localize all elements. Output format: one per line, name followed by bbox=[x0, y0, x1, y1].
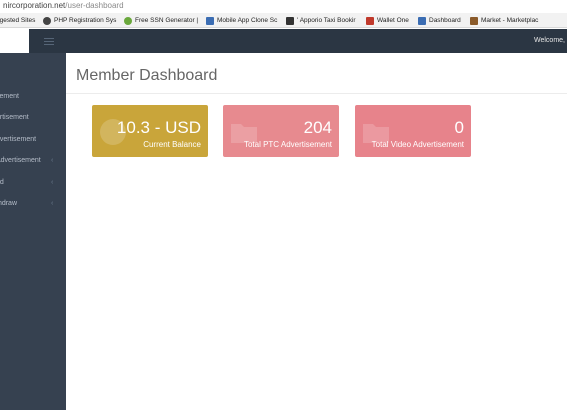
sidebar-item-advertisement[interactable]: sement bbox=[0, 90, 66, 104]
sidebar-item-label: nd bbox=[0, 179, 4, 186]
chevron-left-icon: ‹ bbox=[51, 179, 54, 186]
bookmark-apporio-taxi[interactable]: ' Apporio Taxi Bookir bbox=[286, 13, 356, 27]
bookmark-market[interactable]: Market - Marketplac bbox=[470, 13, 539, 27]
sidebar-item-advertisement-2[interactable]: ertisement bbox=[0, 111, 66, 125]
w-icon bbox=[366, 16, 374, 25]
bookmark-dashboard[interactable]: Dashboard bbox=[418, 13, 461, 27]
stat-label: Current Balance bbox=[143, 140, 201, 149]
sidebar-item-label: Advertisement bbox=[0, 157, 41, 164]
sidebar-item-withdraw[interactable]: thdraw ‹ bbox=[0, 197, 66, 211]
chevron-left-icon: ‹ bbox=[51, 200, 54, 207]
sidebar-item-label: dvertisement bbox=[0, 136, 37, 143]
sidebar-item-label: ertisement bbox=[0, 114, 29, 121]
bookmark-free-ssn[interactable]: Free SSN Generator | bbox=[124, 13, 199, 27]
bookmark-suggested-sites[interactable]: ggested Sites bbox=[0, 13, 36, 27]
bookmark-label: Dashboard bbox=[429, 17, 461, 24]
php-icon bbox=[43, 16, 51, 25]
bookmark-label: ' Apporio Taxi Bookir bbox=[297, 17, 356, 24]
bookmark-label: PHP Registration Sys bbox=[54, 17, 117, 24]
stat-value: 204 bbox=[303, 118, 332, 137]
stat-card-ptc-advertisement[interactable]: 204 Total PTC Advertisement bbox=[223, 105, 339, 157]
sidebar-item-fund[interactable]: nd ‹ bbox=[0, 176, 66, 190]
logo[interactable] bbox=[0, 29, 29, 53]
top-navbar: Welcome, bbox=[0, 29, 567, 53]
menu-toggle-icon[interactable] bbox=[44, 38, 54, 45]
book-icon bbox=[470, 16, 478, 25]
doc-icon bbox=[286, 16, 294, 25]
welcome-text[interactable]: Welcome, bbox=[534, 29, 565, 53]
stat-card-video-advertisement[interactable]: 0 Total Video Advertisement bbox=[355, 105, 471, 157]
bookmark-label: Market - Marketplac bbox=[481, 17, 539, 24]
bookmark-mobile-app-clone[interactable]: Mobile App Clone Sc bbox=[206, 13, 278, 27]
bookmark-label: ggested Sites bbox=[0, 17, 36, 24]
address-bar[interactable]: nircorporation.net/user-dashboard bbox=[0, 0, 567, 13]
page-icon bbox=[206, 16, 214, 25]
bookmark-label: Free SSN Generator | bbox=[135, 17, 199, 24]
main-content: Member Dashboard 10.3 - USD Current Bala… bbox=[66, 53, 567, 410]
sidebar-item-advertisement-3[interactable]: dvertisement bbox=[0, 133, 66, 147]
sidebar-item-label: thdraw bbox=[0, 200, 18, 207]
title-divider bbox=[66, 93, 567, 94]
bookmark-wallet-one[interactable]: Wallet One bbox=[366, 13, 409, 27]
check-icon bbox=[124, 16, 132, 25]
stat-value: 10.3 - USD bbox=[116, 118, 201, 137]
stat-label: Total PTC Advertisement bbox=[243, 140, 332, 149]
stat-label: Total Video Advertisement bbox=[371, 140, 464, 149]
page-icon bbox=[418, 16, 426, 25]
sidebar-item-label: sement bbox=[0, 93, 19, 100]
page-title: Member Dashboard bbox=[76, 67, 218, 84]
stat-card-current-balance[interactable]: 10.3 - USD Current Balance bbox=[92, 105, 208, 157]
bookmark-label: Mobile App Clone Sc bbox=[217, 17, 278, 24]
sidebar-item-advertisement-menu[interactable]: Advertisement ‹ bbox=[0, 154, 66, 168]
bookmarks-bar: ggested Sites PHP Registration Sys Free … bbox=[0, 13, 567, 28]
url-path: /user-dashboard bbox=[65, 1, 124, 10]
stat-value: 0 bbox=[454, 118, 464, 137]
sidebar: sement ertisement dvertisement Advertise… bbox=[0, 53, 66, 410]
url-host: nircorporation.net bbox=[3, 1, 66, 10]
bookmark-label: Wallet One bbox=[377, 17, 409, 24]
bookmark-php-registration[interactable]: PHP Registration Sys bbox=[43, 13, 117, 27]
chevron-left-icon: ‹ bbox=[51, 157, 54, 164]
